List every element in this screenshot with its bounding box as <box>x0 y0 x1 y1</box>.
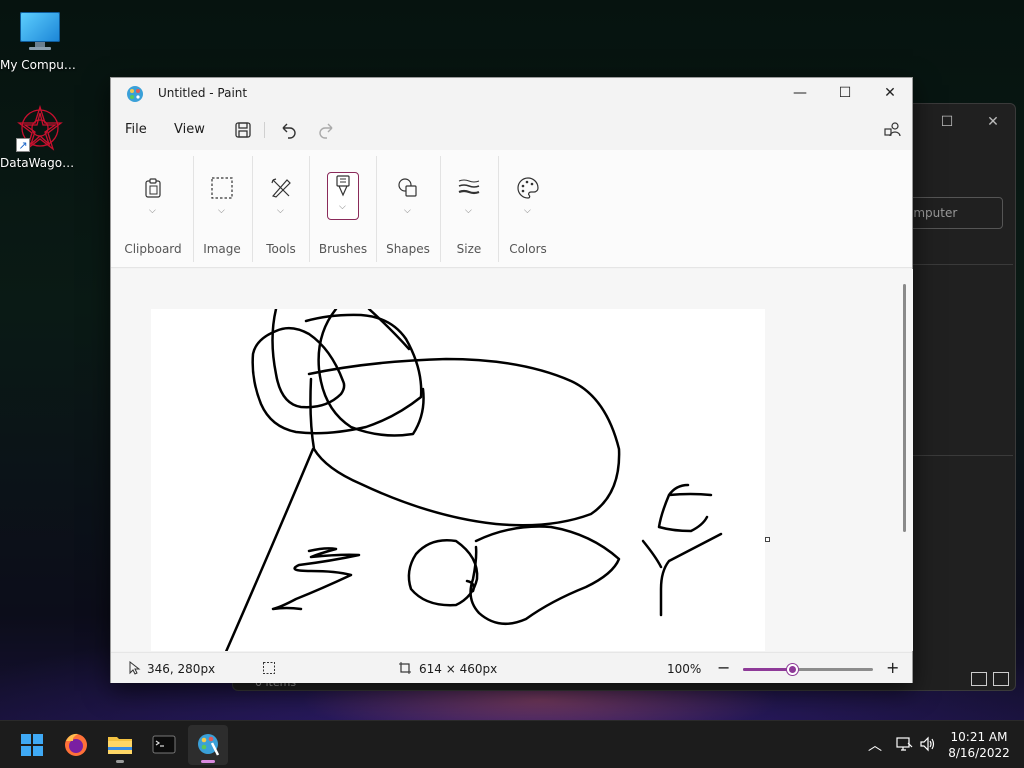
desktop-icon-label: DataWagon... <box>0 156 80 170</box>
shortcut-arrow-icon: ↗ <box>16 138 30 152</box>
chevron-down-icon: ⌵ <box>524 206 531 216</box>
folder-icon <box>108 737 132 754</box>
status-bar: 346, 280px 614 × 460px 100% − + <box>111 652 912 683</box>
maximize-button[interactable]: ☐ <box>822 78 868 108</box>
canvas-workspace[interactable] <box>111 269 913 651</box>
paint-app-icon <box>198 734 220 756</box>
close-icon[interactable]: ✕ <box>973 110 1013 134</box>
firefox-icon <box>65 733 87 756</box>
size-icon <box>458 179 480 195</box>
chevron-down-icon: ⌵ <box>277 206 284 216</box>
ribbon-group-clipboard[interactable]: ⌵ Clipboard <box>119 150 187 268</box>
paint-window: Untitled - Paint — ☐ ✕ File View ⌵ Clipb… <box>110 77 913 683</box>
ribbon-group-label: Shapes <box>386 242 430 256</box>
zoom-slider-fill <box>743 668 793 671</box>
drawing-canvas[interactable] <box>151 309 765 651</box>
datawagon-star-icon: ↗ <box>16 104 64 152</box>
ribbon-separator <box>309 156 310 262</box>
ribbon-group-label: Brushes <box>318 242 368 256</box>
canvas-resize-handle[interactable] <box>765 537 770 542</box>
taskbar-terminal[interactable] <box>144 725 184 765</box>
desktop-icon-label: My Computer <box>0 58 80 72</box>
clock-date: 8/16/2022 <box>948 746 1010 760</box>
start-button[interactable] <box>12 725 52 765</box>
canvas-size-icon <box>399 662 411 674</box>
menu-separator <box>264 122 265 138</box>
undo-icon[interactable] <box>277 119 299 141</box>
ribbon-group-tools[interactable]: ⌵ Tools <box>253 150 309 268</box>
zoom-level[interactable]: 100% <box>667 662 701 676</box>
windows-logo-icon <box>21 734 43 756</box>
desktop-icon-my-computer[interactable]: My Computer <box>0 10 80 72</box>
ribbon-group-label: Colors <box>509 242 547 256</box>
title-bar[interactable]: Untitled - Paint — ☐ ✕ <box>111 78 912 110</box>
ribbon-group-label: Clipboard <box>124 242 182 256</box>
brush-icon <box>336 175 350 197</box>
maximize-icon[interactable]: ☐ <box>927 110 967 134</box>
palette-icon <box>517 177 539 199</box>
redo-icon[interactable] <box>316 119 338 141</box>
canvas-size: 614 × 460px <box>419 662 498 676</box>
account-settings-icon[interactable] <box>882 119 904 141</box>
save-icon[interactable] <box>232 119 254 141</box>
vertical-scrollbar[interactable] <box>903 284 906 532</box>
ribbon-group-size[interactable]: ⌵ Size <box>441 150 497 268</box>
ribbon-group-image[interactable]: ⌵ Image <box>194 150 250 268</box>
zoom-out-button[interactable]: − <box>717 658 730 677</box>
view-toggle[interactable] <box>971 672 1009 686</box>
running-indicator <box>116 760 124 763</box>
desktop-icon-datawagon[interactable]: ↗ DataWagon... <box>0 104 80 170</box>
details-view-icon[interactable] <box>971 672 987 686</box>
ribbon-group-brushes[interactable]: ⌵ Brushes <box>311 150 375 268</box>
clock-time: 10:21 AM <box>950 730 1008 744</box>
divider <box>913 455 1013 456</box>
menu-bar: File View <box>111 112 912 148</box>
zoom-in-button[interactable]: + <box>886 658 899 677</box>
cursor-icon <box>129 661 141 675</box>
divider <box>913 264 1013 265</box>
ribbon-group-colors[interactable]: ⌵ Colors <box>499 150 557 268</box>
show-hidden-icons-chevron-up-icon[interactable]: ︿ <box>866 735 884 754</box>
active-indicator <box>201 760 215 763</box>
clipboard-icon <box>145 178 161 198</box>
monitor-icon <box>18 10 62 52</box>
paint-app-icon <box>127 86 143 102</box>
taskbar: ︿ 10:21 AM 8/16/2022 <box>0 720 1024 768</box>
menu-file[interactable]: File <box>125 122 147 137</box>
ribbon-group-label: Image <box>203 242 241 256</box>
system-clock[interactable]: 10:21 AM 8/16/2022 <box>944 729 1014 761</box>
taskbar-firefox[interactable] <box>56 725 96 765</box>
chevron-down-icon: ⌵ <box>218 206 225 216</box>
tools-icon <box>271 178 291 198</box>
zoom-slider[interactable] <box>743 664 873 675</box>
minimize-button[interactable]: — <box>777 78 823 108</box>
volume-icon[interactable] <box>919 735 937 753</box>
taskbar-file-explorer[interactable] <box>100 725 140 765</box>
ribbon-group-shapes[interactable]: ⌵ Shapes <box>377 150 439 268</box>
selection-size-icon <box>263 662 275 674</box>
ribbon-group-label: Size <box>456 242 482 256</box>
chevron-down-icon: ⌵ <box>404 206 411 216</box>
chevron-down-icon: ⌵ <box>465 206 472 216</box>
chevron-down-icon: ⌵ <box>339 202 346 212</box>
cursor-position: 346, 280px <box>147 662 216 676</box>
menu-view[interactable]: View <box>174 122 205 137</box>
window-title: Untitled - Paint <box>158 86 248 100</box>
zoom-slider-thumb[interactable] <box>787 664 799 675</box>
network-icon[interactable] <box>895 735 913 753</box>
ribbon-group-label: Tools <box>266 242 296 256</box>
selection-icon <box>211 177 233 199</box>
close-button[interactable]: ✕ <box>867 78 913 108</box>
shapes-icon <box>398 178 417 197</box>
tiles-view-icon[interactable] <box>993 672 1009 686</box>
terminal-icon <box>152 735 176 754</box>
chevron-down-icon: ⌵ <box>149 206 156 216</box>
taskbar-paint[interactable] <box>188 725 228 765</box>
ribbon: ⌵ Clipboard ⌵ Image ⌵ Tools ⌵ Brushes ⌵ … <box>111 150 912 268</box>
